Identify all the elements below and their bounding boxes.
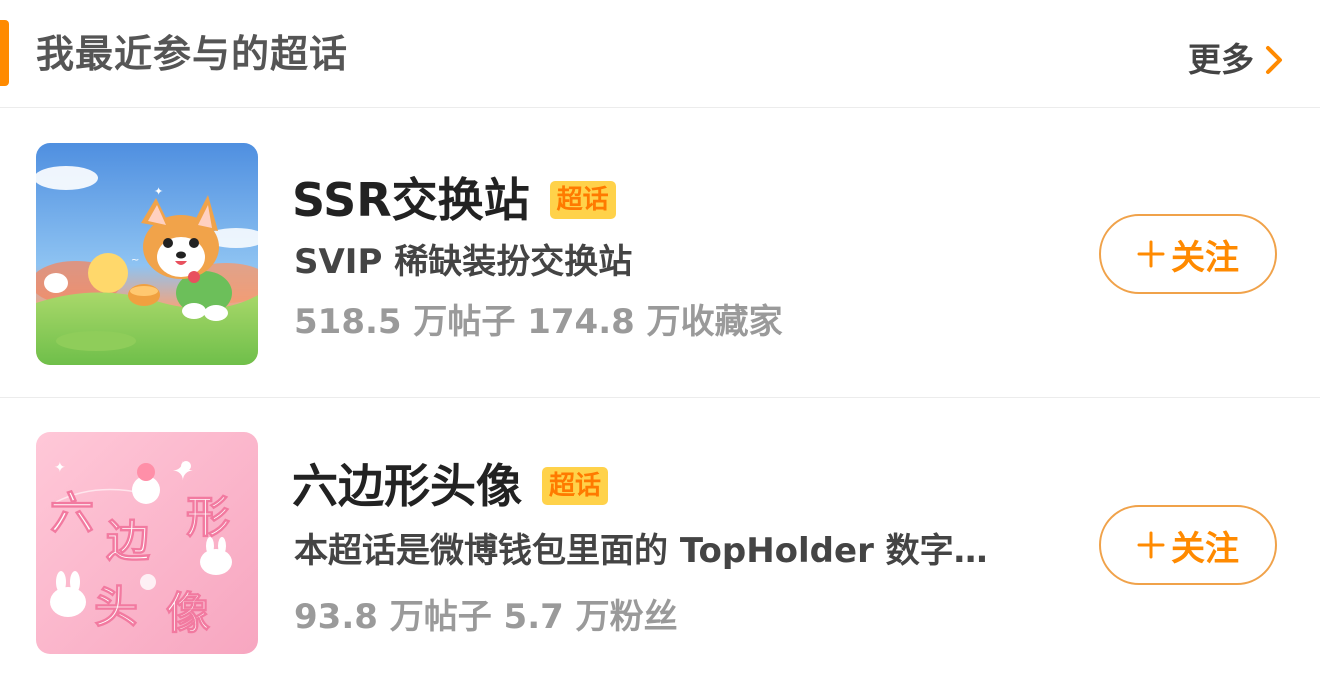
plus-icon	[1137, 240, 1165, 268]
svg-text:✦: ✦	[154, 185, 163, 198]
svg-text:✦: ✦	[172, 457, 194, 487]
super-topic-badge: 超话	[549, 181, 616, 219]
super-topic-badge: 超话	[542, 467, 609, 505]
topic-thumbnail[interactable]: ✦ ~	[36, 143, 258, 365]
thumbnail-text-4: 头	[94, 582, 138, 633]
follow-label: 关注	[1171, 528, 1239, 569]
thumbnail-text-3: 形	[186, 492, 230, 543]
topic-title: 六边形头像 超话	[292, 458, 609, 514]
section-header: 我最近参与的超话 更多	[0, 0, 1320, 108]
svg-text:~: ~	[131, 255, 139, 266]
topic-description: SVIP 稀缺装扮交换站	[294, 242, 633, 282]
chevron-right-icon	[1266, 46, 1282, 74]
topic-stats: 93.8 万帖子 5.7 万粉丝	[294, 597, 678, 637]
more-label: 更多	[1188, 40, 1254, 79]
topic-description: 本超话是微博钱包里面的 TopHolder 数字…	[294, 531, 988, 571]
topic-row[interactable]: ✦ ✦ 六 边 形 头 像 六边形头像 超话 本超话是微博钱包里面的 TopHo…	[0, 398, 1320, 676]
topic-name: SSR交换站	[292, 173, 530, 227]
pink-bunny-illustration: ✦ ✦ 六 边 形 头 像	[36, 432, 258, 654]
svg-text:✦: ✦	[54, 460, 66, 476]
topic-title: SSR交换站 超话	[292, 172, 616, 228]
thumbnail-text-5: 像	[166, 588, 210, 639]
accent-bar	[0, 20, 9, 86]
topic-name: 六边形头像	[292, 459, 522, 513]
topic-thumbnail[interactable]: ✦ ✦ 六 边 形 头 像	[36, 432, 258, 654]
plus-icon	[1137, 531, 1165, 559]
follow-button[interactable]: 关注	[1099, 505, 1277, 585]
more-link[interactable]: 更多	[1188, 38, 1288, 82]
section-title: 我最近参与的超话	[36, 32, 349, 76]
thumbnail-text-2: 边	[106, 516, 150, 567]
corgi-illustration: ✦ ~	[36, 143, 258, 365]
follow-label: 关注	[1171, 237, 1239, 278]
topic-row[interactable]: ✦ ~ SSR交换站 超话 SVIP 稀缺装扮交换站 518.5 万帖子 174…	[0, 108, 1320, 398]
topic-stats: 518.5 万帖子 174.8 万收藏家	[294, 302, 783, 342]
follow-button[interactable]: 关注	[1099, 214, 1277, 294]
thumbnail-text-1: 六	[50, 488, 94, 539]
